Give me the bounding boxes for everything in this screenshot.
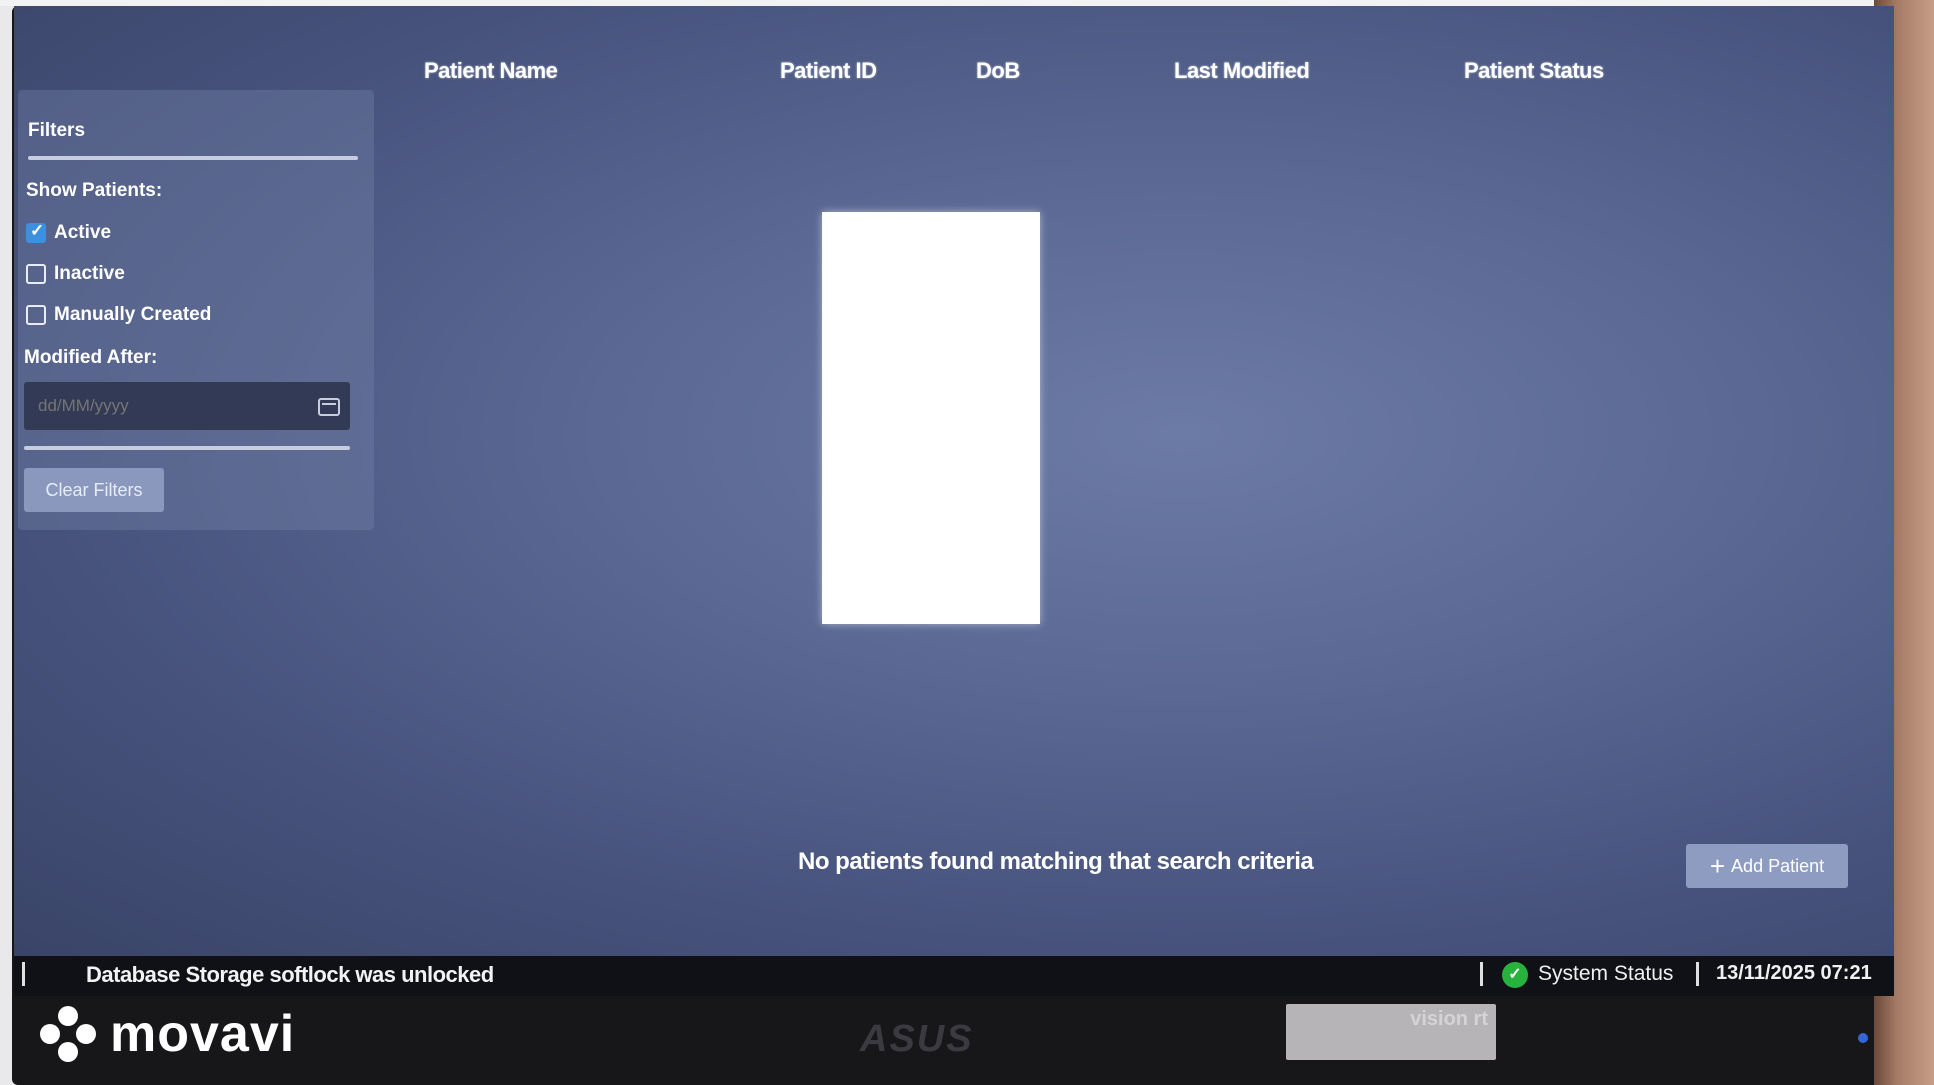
blank-overlay [822,212,1040,624]
active-checkbox[interactable]: ✓ [26,221,46,243]
divider [24,446,350,450]
status-message: Database Storage softlock was unlocked [86,962,494,987]
show-patients-label: Show Patients: [26,180,163,201]
divider [28,156,358,160]
serial-sticker: vision rt [1286,1004,1496,1060]
sticker-brand: vision rt [1410,1008,1488,1030]
empty-results-message: No patients found matching that search c… [798,848,1314,875]
header-patient-name[interactable]: Patient Name [424,58,558,84]
clear-filters-button[interactable]: Clear Filters [24,468,164,512]
power-led [1858,1033,1868,1043]
header-last-modified[interactable]: Last Modified [1174,58,1310,84]
separator [1480,962,1483,986]
calendar-icon[interactable] [318,398,340,416]
plus-icon: + [1709,851,1726,881]
filters-title: Filters [28,120,86,141]
clock: 13/11/2025 07:21 [1716,962,1872,984]
add-patient-label: Add Patient [1731,855,1825,876]
movavi-logo-icon [40,1006,96,1062]
watermark-text: movavi [110,1005,296,1063]
modified-after-label: Modified After: [24,347,158,368]
header-patient-id[interactable]: Patient ID [780,58,877,84]
header-dob[interactable]: DoB [976,58,1020,84]
check-circle-icon: ✓ [1502,962,1528,988]
checkmark-icon: ✓ [30,221,45,240]
modified-after-date-input[interactable] [24,382,350,430]
system-status-link[interactable]: System Status [1538,962,1673,986]
active-label[interactable]: Active [54,222,111,244]
add-patient-button[interactable]: + Add Patient [1686,844,1848,888]
filters-panel: Filters Show Patients: ✓ Active Inactive… [18,90,374,530]
app-screen: Patient Name Patient ID DoB Last Modifie… [14,6,1894,956]
separator [1696,962,1699,986]
inactive-checkbox[interactable] [26,264,46,284]
watermark: movavi [40,1004,295,1064]
manually-created-label[interactable]: Manually Created [54,304,211,326]
manually-created-checkbox[interactable] [26,305,46,325]
header-patient-status[interactable]: Patient Status [1464,58,1604,84]
separator [22,962,25,986]
inactive-label[interactable]: Inactive [54,263,125,285]
status-bar: Database Storage softlock was unlocked ✓… [14,956,1894,996]
monitor-brand-logo: ASUS [860,1018,974,1060]
